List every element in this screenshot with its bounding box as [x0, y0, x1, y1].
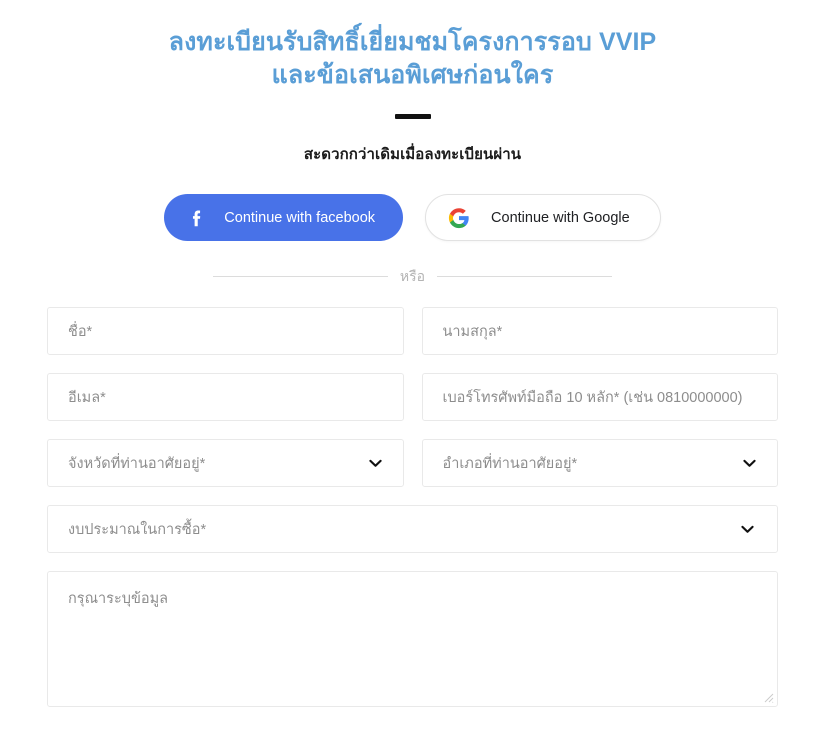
email-input[interactable]: อีเมล*: [47, 373, 404, 421]
registration-form: ชื่อ* นามสกุล* อีเมล* เบอร์โทรศัพท์มือถื…: [47, 307, 778, 707]
chevron-down-icon: [742, 456, 757, 471]
divider-line-right: [437, 275, 613, 277]
page-title-line-2: และข้อเสนอพิเศษก่อนใคร: [271, 61, 554, 89]
message-textarea-placeholder: กรุณาระบุข้อมูล: [68, 591, 169, 607]
last-name-field: นามสกุล*: [421, 307, 778, 355]
budget-field: งบประมาณในการซื้อ*: [47, 505, 778, 553]
or-divider: หรือ: [0, 269, 825, 283]
message-textarea[interactable]: กรุณาระบุข้อมูล: [47, 571, 778, 707]
form-row-budget: งบประมาณในการซื้อ*: [47, 505, 778, 553]
phone-input[interactable]: เบอร์โทรศัพท์มือถือ 10 หลัก* (เช่น 08100…: [421, 373, 778, 421]
email-field: อีเมล*: [47, 373, 404, 421]
google-icon: [448, 207, 470, 229]
chevron-down-icon: [740, 522, 755, 537]
province-select[interactable]: จังหวัดที่ท่านอาศัยอยู่*: [47, 439, 404, 487]
divider-line-left: [212, 275, 388, 277]
chevron-down-icon: [368, 456, 383, 471]
page-subtitle: สะดวกกว่าเดิมเมื่อลงทะเบียนผ่าน: [303, 146, 522, 163]
continue-with-google-button[interactable]: Continue with Google: [425, 194, 661, 241]
resize-handle-icon[interactable]: [762, 691, 774, 703]
first-name-field: ชื่อ*: [47, 307, 404, 355]
form-row-location: จังหวัดที่ท่านอาศัยอยู่* อำเภอที่ท่านอาศ…: [47, 439, 778, 487]
district-select-label: อำเภอที่ท่านอาศัยอยู่*: [442, 455, 578, 472]
continue-with-facebook-button[interactable]: Continue with facebook: [164, 194, 404, 241]
budget-select-label: งบประมาณในการซื้อ*: [68, 521, 207, 538]
form-row-name: ชื่อ* นามสกุล*: [47, 307, 778, 355]
district-field: อำเภอที่ท่านอาศัยอยู่*: [421, 439, 778, 487]
district-select[interactable]: อำเภอที่ท่านอาศัยอยู่*: [421, 439, 778, 487]
form-row-contact: อีเมล* เบอร์โทรศัพท์มือถือ 10 หลัก* (เช่…: [47, 373, 778, 421]
last-name-input[interactable]: นามสกุล*: [421, 307, 778, 355]
first-name-input[interactable]: ชื่อ*: [47, 307, 404, 355]
social-login-row: Continue with facebook Continue with Goo…: [0, 194, 825, 241]
budget-select[interactable]: งบประมาณในการซื้อ*: [47, 505, 778, 553]
divider-label: หรือ: [399, 268, 426, 284]
message-field: กรุณาระบุข้อมูล: [47, 571, 778, 707]
registration-page: ลงทะเบียนรับสิทธิ์เยี่ยมชมโครงการรอบ VVI…: [0, 0, 825, 739]
title-divider-bar: [394, 114, 431, 119]
page-title: ลงทะเบียนรับสิทธิ์เยี่ยมชมโครงการรอบ VVI…: [0, 0, 825, 92]
facebook-icon: [186, 207, 208, 229]
province-select-label: จังหวัดที่ท่านอาศัยอยู่*: [68, 455, 206, 472]
form-row-message: กรุณาระบุข้อมูล: [47, 571, 778, 707]
google-button-label: Continue with Google: [491, 209, 630, 226]
province-field: จังหวัดที่ท่านอาศัยอยู่*: [47, 439, 404, 487]
phone-field: เบอร์โทรศัพท์มือถือ 10 หลัก* (เช่น 08100…: [421, 373, 778, 421]
facebook-button-label: Continue with facebook: [224, 209, 376, 226]
page-title-line-1: ลงทะเบียนรับสิทธิ์เยี่ยมชมโครงการรอบ VVI…: [168, 28, 657, 56]
